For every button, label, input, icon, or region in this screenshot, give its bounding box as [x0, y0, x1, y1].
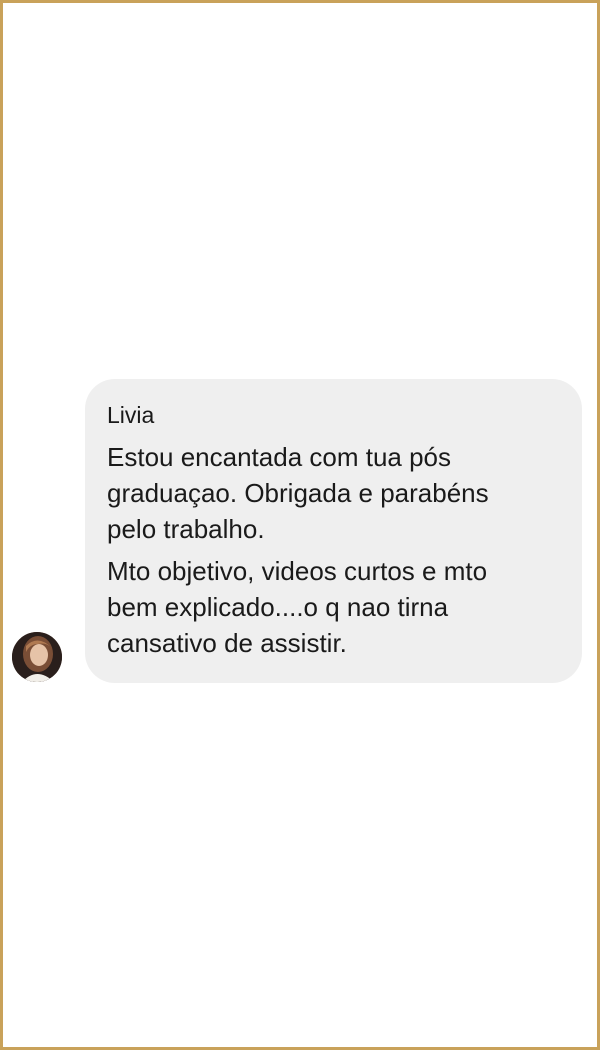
- chat-thread[interactable]: Livia Estou encantada com tua pós gradua…: [3, 3, 597, 1047]
- message-paragraph: Mto objetivo, videos curtos e mto bem ex…: [107, 556, 488, 658]
- screenshot-frame: Livia Estou encantada com tua pós gradua…: [0, 0, 600, 1050]
- sender-name: Livia: [107, 402, 155, 428]
- message-bubble[interactable]: Livia Estou encantada com tua pós gradua…: [85, 379, 582, 683]
- sender-avatar[interactable]: [12, 632, 62, 682]
- avatar-photo-icon: [12, 632, 62, 682]
- message-paragraph: Estou encantada com tua pós graduaçao. O…: [107, 442, 489, 544]
